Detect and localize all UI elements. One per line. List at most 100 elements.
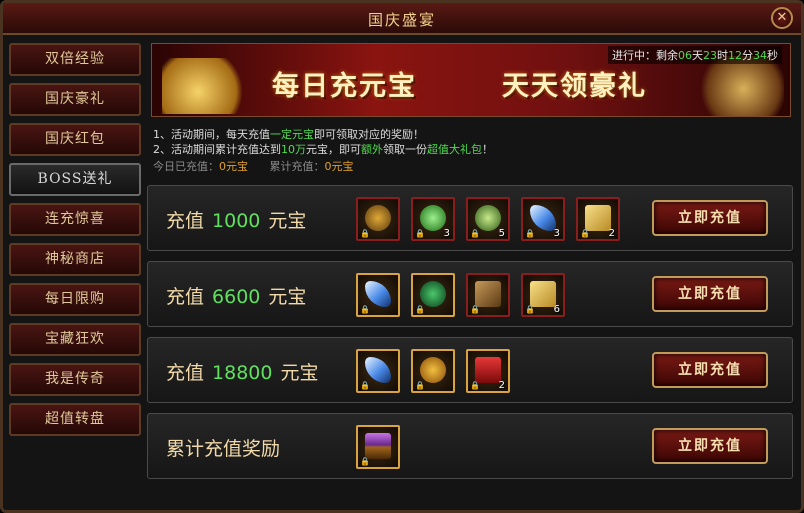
sidebar-item-daily-limited[interactable]: 每日限购 xyxy=(9,283,141,316)
reward-item-slot[interactable]: 🔒 xyxy=(356,349,400,393)
tier-label: 充值 6600 元宝 xyxy=(166,282,306,309)
lock-icon: 🔒 xyxy=(360,229,370,238)
today-recharge-label: 今日已充值： xyxy=(153,160,219,173)
sidebar-item-consecutive-recharge[interactable]: 连充惊喜 xyxy=(9,203,141,236)
reward-items: 🔒 xyxy=(356,425,400,469)
blue-wing-icon xyxy=(365,357,391,383)
recharge-button[interactable]: 立即充值 xyxy=(652,276,768,312)
gift-box-icon xyxy=(694,56,784,116)
countdown-timer: 进行中：剩余06天23时12分34秒 xyxy=(608,46,782,64)
reward-item-slot[interactable]: 🔒 xyxy=(411,349,455,393)
item-count: 5 xyxy=(498,228,505,239)
rule2-text-g: ！ xyxy=(482,143,493,156)
event-rules: 1、活动期间，每天充值一定元宝即可领取对应的奖励！ 2、活动期间累计充值达到10… xyxy=(153,127,493,174)
jade-orb-icon xyxy=(420,281,446,307)
gold-sack-icon xyxy=(365,205,391,231)
countdown-second-unit: 秒 xyxy=(767,49,778,62)
gold-ingot-icon xyxy=(162,58,252,114)
countdown-prefix: 进行中：剩余 xyxy=(612,49,678,62)
lock-icon: 🔒 xyxy=(415,381,425,390)
lock-icon: 🔒 xyxy=(360,457,370,466)
sidebar-item-red-packet[interactable]: 国庆红包 xyxy=(9,123,141,156)
recharge-button[interactable]: 立即充值 xyxy=(652,352,768,388)
sidebar-item-legend[interactable]: 我是传奇 xyxy=(9,363,141,396)
countdown-seconds: 34 xyxy=(753,49,767,62)
gold-scroll-icon xyxy=(530,281,556,307)
tier-amount: 1000 xyxy=(212,210,261,232)
lock-icon: 🔒 xyxy=(470,381,480,390)
reward-item-slot[interactable]: 🔒 2 xyxy=(466,349,510,393)
reward-tier-1000: 充值 1000 元宝 🔒 🔒 3 🔒 5 🔒 3 🔒 2 立即充值 xyxy=(147,185,793,251)
sidebar-item-mystery-shop[interactable]: 神秘商店 xyxy=(9,243,141,276)
countdown-minutes: 12 xyxy=(728,49,742,62)
total-recharge-label: 累计充值： xyxy=(269,160,325,173)
reward-item-slot[interactable]: 🔒 xyxy=(466,273,510,317)
reward-item-slot[interactable]: 🔒 3 xyxy=(521,197,565,241)
tier-amount: 18800 xyxy=(212,362,273,384)
close-icon[interactable]: ✕ xyxy=(771,7,793,29)
tier-suffix: 元宝 xyxy=(268,286,307,308)
rule1-text-c: 即可领取对应的奖励！ xyxy=(314,128,424,141)
reward-item-slot[interactable]: 🔒 2 xyxy=(576,197,620,241)
skill-book-icon xyxy=(475,281,501,307)
treasure-chest-icon xyxy=(365,433,391,459)
tier-suffix: 元宝 xyxy=(280,362,319,384)
reward-items: 🔒 🔒 3 🔒 5 🔒 3 🔒 2 xyxy=(356,197,620,241)
sidebar-item-double-exp[interactable]: 双倍经验 xyxy=(9,43,141,76)
lock-icon: 🔒 xyxy=(525,305,535,314)
tier-suffix: 元宝 xyxy=(268,210,307,232)
today-recharge: 今日已充值：0元宝 xyxy=(153,160,248,173)
lock-icon: 🔒 xyxy=(360,305,370,314)
recharge-button[interactable]: 立即充值 xyxy=(652,428,768,464)
countdown-minute-unit: 分 xyxy=(742,49,753,62)
event-banner: 每日充元宝 天天领豪礼 进行中：剩余06天23时12分34秒 xyxy=(151,43,791,117)
sidebar-item-national-gift[interactable]: 国庆豪礼 xyxy=(9,83,141,116)
rule-line-1: 1、活动期间，每天充值一定元宝即可领取对应的奖励！ xyxy=(153,127,493,142)
rule2-text-c: 元宝，即可 xyxy=(306,143,361,156)
recharge-button[interactable]: 立即充值 xyxy=(652,200,768,236)
green-gem-icon xyxy=(475,205,501,231)
reward-item-slot[interactable]: 🔒 xyxy=(411,273,455,317)
banner-slogan-right: 天天领豪礼 xyxy=(502,71,647,102)
reward-item-slot[interactable]: 🔒 xyxy=(356,425,400,469)
red-envelope-icon xyxy=(475,357,501,383)
reward-item-slot[interactable]: 🔒 3 xyxy=(411,197,455,241)
reward-item-slot[interactable]: 🔒 xyxy=(356,197,400,241)
reward-tier-18800: 充值 18800 元宝 🔒 🔒 🔒 2 立即充值 xyxy=(147,337,793,403)
lock-icon: 🔒 xyxy=(415,305,425,314)
rule2-big-gift: 超值大礼包 xyxy=(427,143,482,156)
reward-tier-6600: 充值 6600 元宝 🔒 🔒 🔒 🔒 6 立即充值 xyxy=(147,261,793,327)
lock-icon: 🔒 xyxy=(525,229,535,238)
tier-prefix: 充值 xyxy=(166,362,205,384)
lock-icon: 🔒 xyxy=(580,229,590,238)
reward-tier-cumulative: 累计充值奖励 🔒 立即充值 xyxy=(147,413,793,479)
sidebar: 双倍经验 国庆豪礼 国庆红包 BOSS送礼 连充惊喜 神秘商店 每日限购 宝藏狂… xyxy=(9,43,141,443)
today-recharge-value: 0元宝 xyxy=(219,160,248,173)
total-recharge: 累计充值：0元宝 xyxy=(270,160,354,173)
rule2-extra: 额外 xyxy=(361,143,383,156)
item-count: 3 xyxy=(443,228,450,239)
countdown-day-unit: 天 xyxy=(692,49,703,62)
tier-prefix: 累计充值奖励 xyxy=(166,438,281,460)
sidebar-item-boss-gift[interactable]: BOSS送礼 xyxy=(9,163,141,196)
reward-item-slot[interactable]: 🔒 6 xyxy=(521,273,565,317)
tier-amount: 6600 xyxy=(212,286,261,308)
rule2-text-a: 2、活动期间累计充值达到 xyxy=(153,143,281,156)
item-count: 6 xyxy=(553,304,560,315)
sidebar-item-lucky-wheel[interactable]: 超值转盘 xyxy=(9,403,141,436)
lock-icon: 🔒 xyxy=(470,305,480,314)
reward-item-slot[interactable]: 🔒 xyxy=(356,273,400,317)
blue-wing-icon xyxy=(530,205,556,231)
gold-orb-icon xyxy=(420,357,446,383)
window-title: 国庆盛宴 xyxy=(367,11,436,29)
gold-scroll-icon xyxy=(585,205,611,231)
sidebar-item-treasure-carnival[interactable]: 宝藏狂欢 xyxy=(9,323,141,356)
green-orb-icon xyxy=(420,205,446,231)
rule-line-2: 2、活动期间累计充值达到10万元宝，即可额外领取一份超值大礼包！ xyxy=(153,142,493,157)
reward-item-slot[interactable]: 🔒 5 xyxy=(466,197,510,241)
item-count: 2 xyxy=(608,228,615,239)
rule2-text-e: 领取一份 xyxy=(383,143,427,156)
countdown-hours: 23 xyxy=(703,49,717,62)
countdown-hour-unit: 时 xyxy=(717,49,728,62)
tier-label: 累计充值奖励 xyxy=(166,434,296,461)
